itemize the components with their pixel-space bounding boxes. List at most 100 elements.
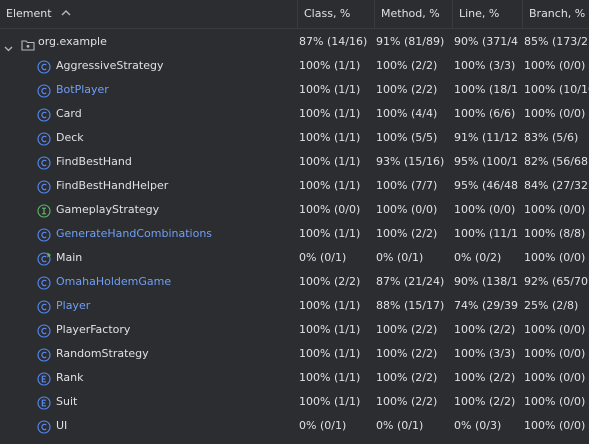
table-header: Element Class, % Method, % Line, % Branc… bbox=[0, 0, 589, 29]
branch-coverage: 25% (2/8) bbox=[524, 299, 579, 312]
element-cell: BotPlayer bbox=[0, 78, 293, 102]
class-name: Main bbox=[56, 251, 83, 264]
class-name: BotPlayer bbox=[56, 83, 109, 96]
branch-coverage: 100% (0/0) bbox=[524, 347, 586, 360]
branch-coverage: 92% (65/70) bbox=[524, 275, 589, 288]
line-coverage: 100% (6/6) bbox=[454, 107, 516, 120]
column-header-element-label: Element bbox=[6, 7, 52, 20]
method-coverage: 100% (2/2) bbox=[376, 371, 438, 384]
branch-coverage: 100% (0/0) bbox=[524, 395, 586, 408]
class-icon bbox=[37, 419, 51, 434]
element-cell: Player bbox=[0, 294, 293, 318]
package-folder-icon bbox=[21, 36, 35, 54]
table-row[interactable]: GenerateHandCombinations 100% (1/1) 100% (… bbox=[0, 222, 589, 246]
branch-coverage: 100% (0/0) bbox=[524, 323, 586, 336]
line-coverage: 100% (11/11) bbox=[454, 227, 518, 240]
class-name: FindBestHand bbox=[56, 155, 132, 168]
class-icon bbox=[37, 59, 51, 74]
table-row[interactable]: Card 100% (1/1) 100% (4/4) 100% (6/6) 100% (… bbox=[0, 102, 589, 126]
class-name: AggressiveStrategy bbox=[56, 59, 164, 72]
table-row[interactable]: Deck 100% (1/1) 100% (5/5) 91% (11/12) 83% (… bbox=[0, 126, 589, 150]
class-coverage: 100% (1/1) bbox=[299, 107, 361, 120]
class-icon bbox=[37, 131, 51, 146]
table-row[interactable]: Suit 100% (1/1) 100% (2/2) 100% (2/2) 100% (… bbox=[0, 390, 589, 414]
main-class-icon bbox=[37, 251, 51, 266]
element-cell: Deck bbox=[0, 126, 293, 150]
class-coverage: 100% (1/1) bbox=[299, 179, 361, 192]
package-row[interactable]: org.example 87% (14/16) 91% (81/89) 90% … bbox=[0, 30, 589, 54]
branch-coverage: 84% (27/32) bbox=[524, 179, 589, 192]
table-row[interactable]: OmahaHoldemGame 100% (2/2) 87% (21/24) 90% … bbox=[0, 270, 589, 294]
line-coverage: 91% (11/12) bbox=[454, 131, 518, 144]
table-row[interactable]: Player 100% (1/1) 88% (15/17) 74% (29/39) 25… bbox=[0, 294, 589, 318]
class-name: PlayerFactory bbox=[56, 323, 131, 336]
class-rows: AggressiveStrategy 100% (1/1) 100% (2/2) 10… bbox=[0, 54, 589, 438]
class-icon bbox=[37, 155, 51, 170]
class-name: Rank bbox=[56, 371, 84, 384]
class-coverage: 100% (1/1) bbox=[299, 59, 361, 72]
method-coverage: 0% (0/1) bbox=[376, 251, 424, 264]
class-icon bbox=[37, 227, 51, 242]
column-header-branch[interactable]: Branch, % bbox=[522, 0, 589, 28]
element-cell: RandomStrategy bbox=[0, 342, 293, 366]
package-name: org.example bbox=[38, 35, 107, 48]
sort-ascending-icon[interactable] bbox=[61, 0, 71, 28]
table-row[interactable]: FindBestHandHelper 100% (1/1) 100% (7/7) 95… bbox=[0, 174, 589, 198]
line-coverage: 0% (0/2) bbox=[454, 251, 502, 264]
branch-coverage: 100% (0/0) bbox=[524, 251, 586, 264]
class-name: Player bbox=[56, 299, 91, 312]
branch-coverage: 83% (5/6) bbox=[524, 131, 579, 144]
branch-coverage: 100% (8/8) bbox=[524, 227, 586, 240]
package-class-coverage: 87% (14/16) bbox=[299, 35, 368, 48]
branch-coverage: 100% (0/0) bbox=[524, 419, 586, 432]
element-cell: GenerateHandCombinations bbox=[0, 222, 293, 246]
element-cell: Rank bbox=[0, 366, 293, 390]
table-row[interactable]: PlayerFactory 100% (1/1) 100% (2/2) 100% (2… bbox=[0, 318, 589, 342]
column-header-line[interactable]: Line, % bbox=[452, 0, 522, 28]
method-coverage: 100% (5/5) bbox=[376, 131, 438, 144]
element-cell: Card bbox=[0, 102, 293, 126]
element-cell: AggressiveStrategy bbox=[0, 54, 293, 78]
table-row[interactable]: UI 0% (0/1) 0% (0/1) 0% (0/3) 100% (0/0) bbox=[0, 414, 589, 438]
column-header-class[interactable]: Class, % bbox=[297, 0, 374, 28]
class-icon bbox=[37, 347, 51, 362]
line-coverage: 100% (2/2) bbox=[454, 323, 516, 336]
table-row[interactable]: BotPlayer 100% (1/1) 100% (2/2) 100% (18/18… bbox=[0, 78, 589, 102]
table-row[interactable]: RandomStrategy 100% (1/1) 100% (2/2) 100% (… bbox=[0, 342, 589, 366]
class-name: RandomStrategy bbox=[56, 347, 149, 360]
class-coverage: 0% (0/1) bbox=[299, 419, 347, 432]
method-coverage: 100% (2/2) bbox=[376, 227, 438, 240]
class-coverage: 100% (1/1) bbox=[299, 347, 361, 360]
table-row[interactable]: FindBestHand 100% (1/1) 93% (15/16) 95% (10… bbox=[0, 150, 589, 174]
table-row[interactable]: Main 0% (0/1) 0% (0/1) 0% (0/2) 100% (0/0) bbox=[0, 246, 589, 270]
coverage-table: Element Class, % Method, % Line, % Branc… bbox=[0, 0, 589, 438]
class-coverage: 100% (1/1) bbox=[299, 371, 361, 384]
line-coverage: 100% (2/2) bbox=[454, 371, 516, 384]
package-method-coverage: 91% (81/89) bbox=[376, 35, 445, 48]
line-coverage: 90% (138/1... bbox=[454, 275, 518, 288]
element-cell: OmahaHoldemGame bbox=[0, 270, 293, 294]
line-coverage: 95% (100/1... bbox=[454, 155, 518, 168]
method-coverage: 100% (4/4) bbox=[376, 107, 438, 120]
column-header-method[interactable]: Method, % bbox=[374, 0, 452, 28]
method-coverage: 93% (15/16) bbox=[376, 155, 445, 168]
line-coverage: 100% (3/3) bbox=[454, 59, 516, 72]
method-coverage: 87% (21/24) bbox=[376, 275, 445, 288]
branch-coverage: 100% (10/10) bbox=[524, 83, 589, 96]
class-coverage: 100% (0/0) bbox=[299, 203, 361, 216]
table-row[interactable]: AggressiveStrategy 100% (1/1) 100% (2/2) 10… bbox=[0, 54, 589, 78]
table-row[interactable]: Rank 100% (1/1) 100% (2/2) 100% (2/2) 100% (… bbox=[0, 366, 589, 390]
branch-coverage: 82% (56/68) bbox=[524, 155, 589, 168]
class-coverage: 100% (1/1) bbox=[299, 155, 361, 168]
interface-icon bbox=[37, 203, 51, 218]
class-coverage: 100% (1/1) bbox=[299, 395, 361, 408]
column-header-element[interactable]: Element bbox=[0, 0, 293, 28]
element-cell: GameplayStrategy bbox=[0, 198, 293, 222]
chevron-down-icon[interactable] bbox=[4, 38, 13, 54]
line-coverage: 100% (0/0) bbox=[454, 203, 516, 216]
branch-coverage: 100% (0/0) bbox=[524, 107, 586, 120]
class-coverage: 0% (0/1) bbox=[299, 251, 347, 264]
class-name: GameplayStrategy bbox=[56, 203, 160, 216]
element-cell: PlayerFactory bbox=[0, 318, 293, 342]
table-row[interactable]: GameplayStrategy 100% (0/0) 100% (0/0) 100%… bbox=[0, 198, 589, 222]
